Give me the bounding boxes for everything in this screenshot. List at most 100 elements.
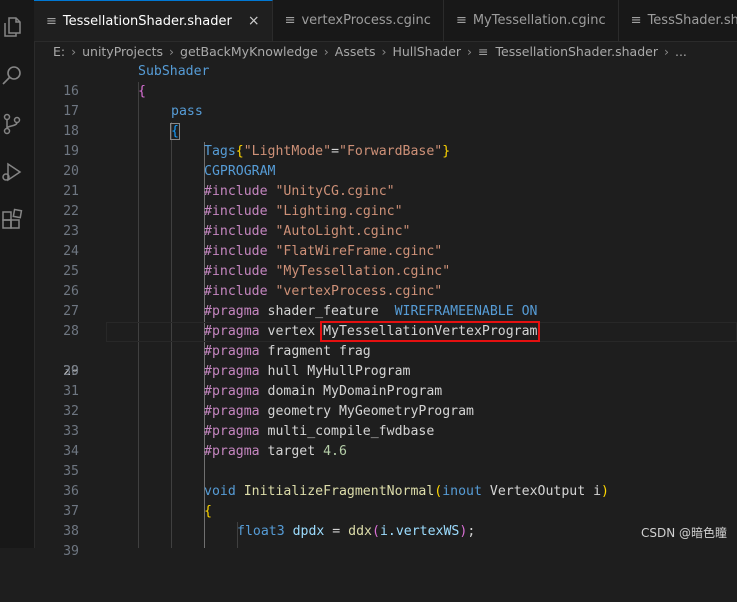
code-token: = <box>331 144 340 159</box>
code-token: "UnityCG.cginc" <box>275 184 395 199</box>
code-token: hull MyHullProgram <box>267 364 411 379</box>
code-editor[interactable]: 16 SubShader 17 { 18 pass 19 { 20 Tags{"… <box>34 62 737 559</box>
activity-bar <box>0 0 35 548</box>
code-token: #pragma <box>204 364 260 379</box>
line-number: 39 <box>63 544 79 559</box>
breadcrumb-item[interactable]: TessellationShader.shader <box>493 44 661 59</box>
code-token: #pragma <box>204 444 260 459</box>
code-line: 35 #pragma target 4.6 <box>34 442 737 479</box>
code-token: #pragma <box>204 404 260 419</box>
code-token: ddx <box>348 524 372 539</box>
code-token: void <box>204 484 236 499</box>
code-line: 28 #pragma shader_feature WIREFRAMEENABL… <box>34 302 737 339</box>
code-token: "FlatWireFrame.cginc" <box>275 244 443 259</box>
code-token: InitializeFragmentNormal <box>243 484 435 499</box>
code-line: 25 #include "FlatWireFrame.cginc" <box>34 242 737 279</box>
code-line: 37 void InitializeFragmentNormal(inout V… <box>34 482 737 519</box>
tab-label: MyTessellation.cginc <box>472 13 606 28</box>
code-line-active: 29 #pragma vertex MyTessellationVertexPr… <box>34 321 737 379</box>
code-line: 32 #pragma domain MyDomainProgram <box>34 382 737 419</box>
watermark: CSDN @暗色瞳 <box>640 526 727 540</box>
code-line: 21 CGPROGRAM <box>34 162 737 199</box>
code-token: { <box>204 504 212 519</box>
chevron-right-icon: › <box>663 44 669 59</box>
chevron-right-icon: › <box>323 44 329 59</box>
code-line: 26 #include "MyTessellation.cginc" <box>34 262 737 299</box>
code-token: geometry MyGeometryProgram <box>267 404 474 419</box>
file-lines-icon: ≡ <box>284 13 296 28</box>
breadcrumb-item[interactable]: getBackMyKnowledge <box>177 44 321 59</box>
file-lines-icon: ≡ <box>478 44 489 59</box>
code-line: 30 #pragma fragment frag <box>34 342 737 379</box>
tab-tessellation-shader[interactable]: ≡ TessellationShader.shader × <box>34 0 273 41</box>
code-token: float3 <box>237 524 285 539</box>
run-debug-icon[interactable] <box>0 160 24 184</box>
breadcrumb-item[interactable]: ... <box>672 44 690 59</box>
code-token: #include <box>204 204 268 219</box>
files-icon[interactable] <box>0 15 24 39</box>
code-token: WIREFRAMEENABLE ON <box>394 304 538 319</box>
tab-tess-shader[interactable]: ≡ TessShader.shader <box>619 0 737 41</box>
tab-label: TessShader.shader <box>647 13 737 28</box>
breadcrumb-item[interactable]: HullShader <box>389 44 464 59</box>
code-token: "MyTessellation.cginc" <box>275 264 451 279</box>
breadcrumb-item[interactable]: E: <box>50 44 68 59</box>
close-icon[interactable]: × <box>248 13 260 29</box>
code-token: multi_compile_fwdbase <box>267 424 435 439</box>
code-line: 31 #pragma hull MyHullProgram <box>34 362 737 399</box>
code-token: #include <box>204 284 268 299</box>
breadcrumb-item[interactable]: Assets <box>332 44 379 59</box>
source-control-icon[interactable] <box>0 112 24 136</box>
chevron-right-icon: › <box>467 44 473 59</box>
code-line: 19 { <box>34 122 737 159</box>
code-token: fragment frag <box>267 344 371 359</box>
code-line: 22 #include "UnityCG.cginc" <box>34 182 737 219</box>
code-line: 34 #pragma multi_compile_fwdbase <box>34 422 737 459</box>
code-token: i <box>585 484 602 499</box>
code-line: 38 { <box>34 502 737 539</box>
code-token: shader_feature <box>267 304 395 319</box>
code-line: 33 #pragma geometry MyGeometryProgram <box>34 402 737 439</box>
code-token: #pragma <box>204 304 260 319</box>
tab-my-tessellation[interactable]: ≡ MyTessellation.cginc <box>444 0 619 41</box>
code-token: = <box>324 524 349 539</box>
code-token: ; <box>467 524 476 539</box>
code-line: 23 #include "Lighting.cginc" <box>34 202 737 239</box>
code-token: #include <box>204 224 268 239</box>
editor-tabs: ≡ TessellationShader.shader × ≡ vertexPr… <box>34 0 737 42</box>
code-token: dpdx <box>284 524 325 539</box>
code-line: 24 #include "AutoLight.cginc" <box>34 222 737 259</box>
code-token: ( <box>372 524 380 539</box>
code-token: { <box>138 84 146 99</box>
code-token: pass <box>171 104 203 119</box>
code-line: 20 Tags{"LightMode"="ForwardBase"} <box>34 142 737 179</box>
code-token: VertexOutput <box>481 484 586 499</box>
code-token: "Lighting.cginc" <box>275 204 403 219</box>
code-token: #pragma <box>204 324 260 339</box>
code-token: "vertexProcess.cginc" <box>275 284 443 299</box>
code-line: 27 #include "vertexProcess.cginc" <box>34 282 737 319</box>
chevron-right-icon: › <box>169 44 175 59</box>
code-line: 36 <box>34 462 737 499</box>
code-token: inout <box>442 484 482 499</box>
code-token: SubShader <box>138 64 210 79</box>
tab-label: vertexProcess.cginc <box>301 13 431 28</box>
tab-vertex-process[interactable]: ≡ vertexProcess.cginc <box>273 0 444 41</box>
breadcrumb-item[interactable]: unityProjects <box>79 44 166 59</box>
code-line: 16 SubShader <box>34 62 737 99</box>
code-token: 4.6 <box>323 444 347 459</box>
code-line: 18 pass <box>34 102 737 139</box>
code-token: "LightMode" <box>243 144 332 159</box>
code-token: "AutoLight.cginc" <box>275 224 411 239</box>
extensions-icon[interactable] <box>0 208 24 232</box>
code-token: "ForwardBase" <box>339 144 443 159</box>
code-token: { <box>170 123 180 140</box>
search-icon[interactable] <box>0 64 24 88</box>
breadcrumb: E: › unityProjects › getBackMyKnowledge › A… <box>34 41 737 62</box>
code-token: i.vertexWS <box>379 524 460 539</box>
code-token: domain MyDomainProgram <box>267 384 443 399</box>
code-token: #include <box>204 184 268 199</box>
code-token: target <box>267 444 324 459</box>
file-lines-icon: ≡ <box>46 13 57 29</box>
code-token: #include <box>204 244 268 259</box>
